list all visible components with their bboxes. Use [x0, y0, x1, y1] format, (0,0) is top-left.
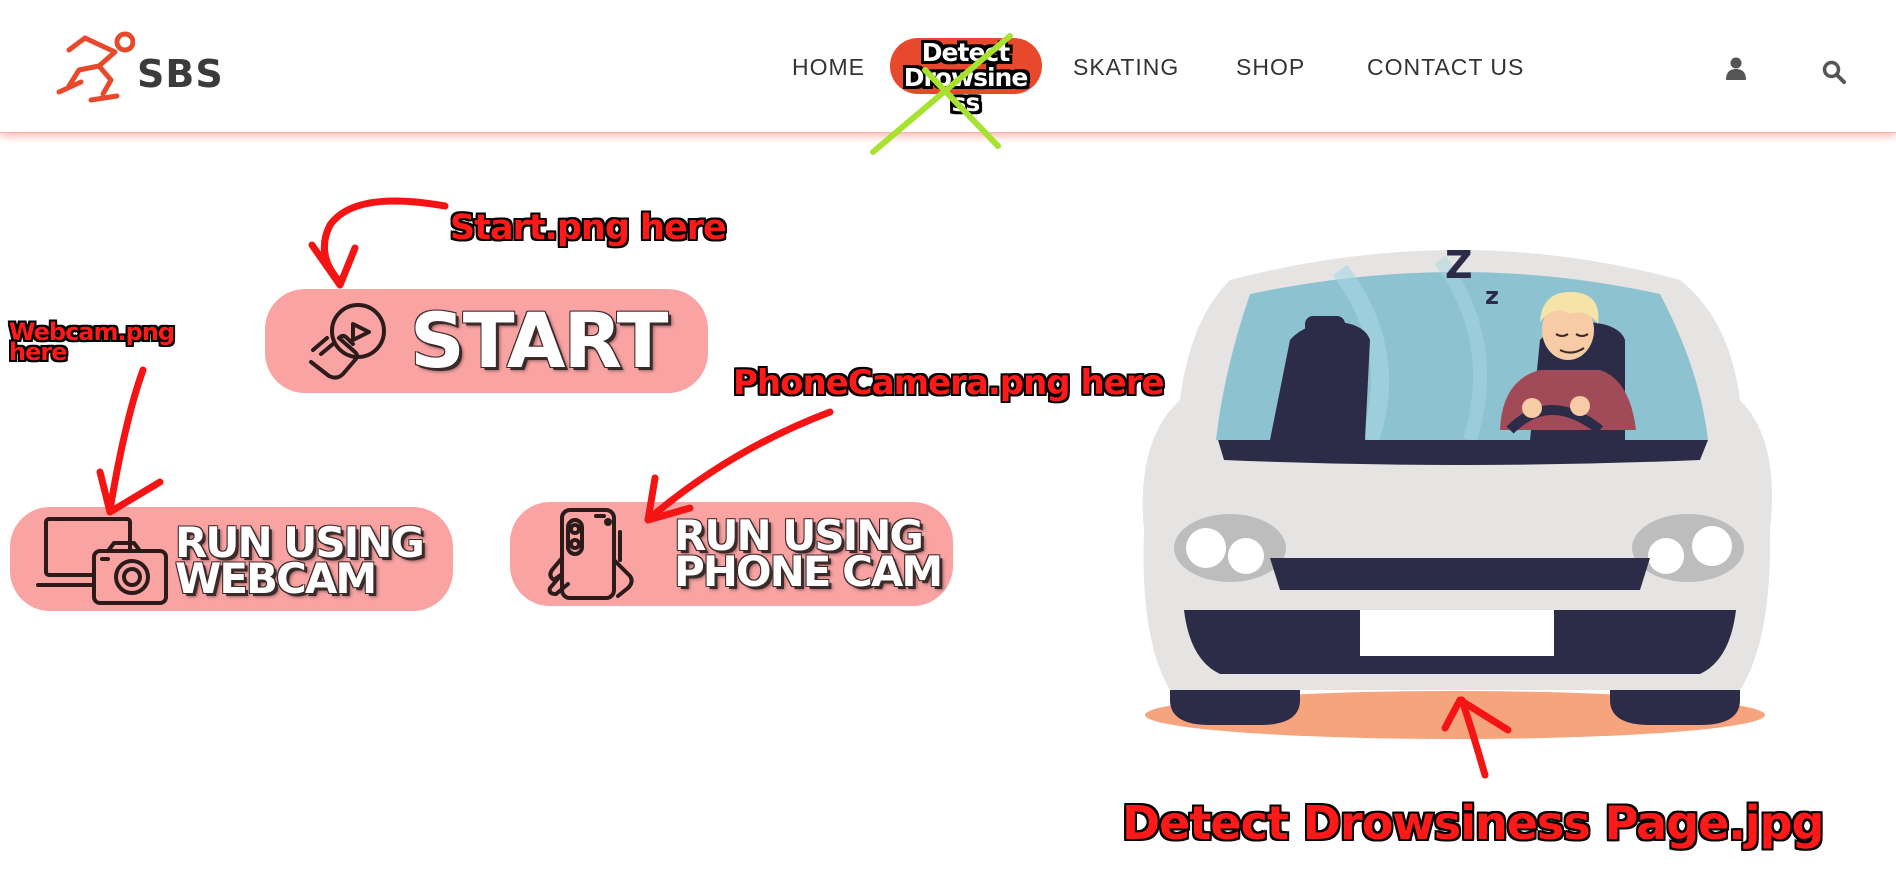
- logo-text[interactable]: SBS: [137, 52, 224, 96]
- start-label: START: [410, 296, 668, 385]
- nav-shop[interactable]: SHOP: [1236, 54, 1305, 81]
- run-phone-cam-line2: PHONE CAM: [674, 547, 943, 596]
- run-phone-cam-label: RUN USING PHONE CAM: [674, 515, 943, 596]
- run-webcam-label: RUN USING WEBCAM: [175, 522, 425, 600]
- page-image-annotation-label: Detect Drowsiness Page.jpg: [1122, 796, 1824, 850]
- nav-skating[interactable]: SKATING: [1073, 54, 1179, 81]
- start-button[interactable]: START: [265, 289, 708, 393]
- run-phone-cam-button[interactable]: RUN USING PHONE CAM: [510, 502, 953, 606]
- skater-logo-icon[interactable]: [55, 30, 135, 104]
- svg-text:z: z: [1485, 282, 1499, 310]
- nav-detect-drowsiness[interactable]: Detect Drowsiness: [882, 36, 1049, 115]
- nav-contact-us[interactable]: CONTACT US: [1367, 54, 1524, 81]
- phone-annotation-label: PhoneCamera.png here: [733, 363, 1165, 403]
- svg-text:Z: Z: [1445, 243, 1473, 287]
- hand-pointer-icon: [309, 303, 386, 380]
- nav-detect-drowsiness-label: Detect Drowsiness: [882, 40, 1049, 115]
- user-icon[interactable]: [1726, 57, 1746, 81]
- laptop-camera-icon: [36, 517, 168, 605]
- webcam-annotation-label: Webcam.png here: [9, 320, 175, 364]
- run-webcam-button[interactable]: RUN USING WEBCAM: [10, 507, 453, 611]
- nav-home[interactable]: HOME: [792, 54, 865, 81]
- phone-in-hand-icon: [547, 508, 634, 600]
- nav-detect-drowsiness-text: Detect Drowsiness: [903, 38, 1029, 117]
- search-icon[interactable]: [1822, 60, 1846, 84]
- webcam-annotation-arrow: [106, 366, 147, 514]
- start-annotation-label: Start.png here: [450, 208, 727, 248]
- site-header: SBS HOME Detect Drowsiness SKATING SHOP …: [0, 0, 1896, 133]
- start-annotation-arrow: [320, 197, 449, 286]
- drowsy-driver-car-image: Z z: [1142, 243, 1772, 739]
